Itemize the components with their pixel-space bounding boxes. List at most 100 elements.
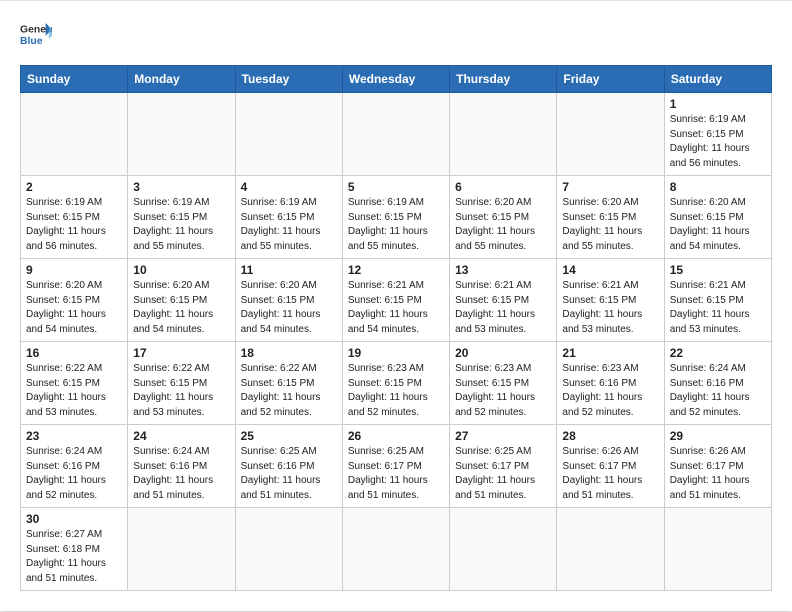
day-number: 27 [455, 429, 551, 443]
weekday-header-monday: Monday [128, 66, 235, 93]
day-number: 4 [241, 180, 337, 194]
day-info: Sunrise: 6:21 AM Sunset: 6:15 PM Dayligh… [455, 279, 551, 337]
day-info: Sunrise: 6:19 AM Sunset: 6:15 PM Dayligh… [241, 196, 337, 254]
day-number: 18 [241, 346, 337, 360]
day-number: 28 [562, 429, 658, 443]
calendar-cell: 26Sunrise: 6:25 AM Sunset: 6:17 PM Dayli… [342, 425, 449, 508]
weekday-header-tuesday: Tuesday [235, 66, 342, 93]
calendar-cell [450, 93, 557, 176]
day-info: Sunrise: 6:19 AM Sunset: 6:15 PM Dayligh… [26, 196, 122, 254]
day-info: Sunrise: 6:23 AM Sunset: 6:15 PM Dayligh… [455, 362, 551, 420]
day-info: Sunrise: 6:24 AM Sunset: 6:16 PM Dayligh… [26, 445, 122, 503]
day-info: Sunrise: 6:21 AM Sunset: 6:15 PM Dayligh… [348, 279, 444, 337]
day-info: Sunrise: 6:26 AM Sunset: 6:17 PM Dayligh… [670, 445, 766, 503]
day-number: 2 [26, 180, 122, 194]
day-number: 15 [670, 263, 766, 277]
day-number: 24 [133, 429, 229, 443]
day-number: 23 [26, 429, 122, 443]
calendar-cell: 22Sunrise: 6:24 AM Sunset: 6:16 PM Dayli… [664, 342, 771, 425]
calendar-cell [557, 508, 664, 591]
calendar-row-0: 1Sunrise: 6:19 AM Sunset: 6:15 PM Daylig… [21, 93, 772, 176]
calendar-cell: 7 Sunrise: 6:20 AM Sunset: 6:15 PM Daylig… [557, 176, 664, 259]
calendar-table: SundayMondayTuesdayWednesdayThursdayFrid… [20, 65, 772, 591]
weekday-header-saturday: Saturday [664, 66, 771, 93]
day-info: Sunrise: 6:24 AM Sunset: 6:16 PM Dayligh… [133, 445, 229, 503]
calendar-cell: 1Sunrise: 6:19 AM Sunset: 6:15 PM Daylig… [664, 93, 771, 176]
calendar-cell: 30 Sunrise: 6:27 AM Sunset: 6:18 PM Dayli… [21, 508, 128, 591]
day-number: 13 [455, 263, 551, 277]
calendar-row-2: 9 Sunrise: 6:20 AM Sunset: 6:15 PM Daylig… [21, 259, 772, 342]
calendar-cell: 10 Sunrise: 6:20 AM Sunset: 6:15 PM Dayli… [128, 259, 235, 342]
calendar-cell [664, 508, 771, 591]
day-number: 20 [455, 346, 551, 360]
calendar-cell: 9 Sunrise: 6:20 AM Sunset: 6:15 PM Daylig… [21, 259, 128, 342]
day-number: 12 [348, 263, 444, 277]
calendar-cell: 23 Sunrise: 6:24 AM Sunset: 6:16 PM Dayli… [21, 425, 128, 508]
weekday-header-wednesday: Wednesday [342, 66, 449, 93]
calendar-cell [342, 508, 449, 591]
svg-text:Blue: Blue [20, 36, 43, 47]
logo-icon: General Blue [20, 21, 52, 49]
day-number: 29 [670, 429, 766, 443]
day-info: Sunrise: 6:20 AM Sunset: 6:15 PM Dayligh… [670, 196, 766, 254]
weekday-header-friday: Friday [557, 66, 664, 93]
day-info: Sunrise: 6:27 AM Sunset: 6:18 PM Dayligh… [26, 528, 122, 586]
calendar-cell [342, 93, 449, 176]
day-info: Sunrise: 6:19 AM Sunset: 6:15 PM Dayligh… [348, 196, 444, 254]
calendar-cell: 21 Sunrise: 6:23 AM Sunset: 6:16 PM Dayli… [557, 342, 664, 425]
calendar-cell [235, 508, 342, 591]
calendar-row-3: 16 Sunrise: 6:22 AM Sunset: 6:15 PM Dayli… [21, 342, 772, 425]
calendar-cell: 6 Sunrise: 6:20 AM Sunset: 6:15 PM Daylig… [450, 176, 557, 259]
day-number: 26 [348, 429, 444, 443]
calendar-cell [450, 508, 557, 591]
day-info: Sunrise: 6:22 AM Sunset: 6:15 PM Dayligh… [241, 362, 337, 420]
day-number: 3 [133, 180, 229, 194]
day-info: Sunrise: 6:20 AM Sunset: 6:15 PM Dayligh… [562, 196, 658, 254]
day-number: 11 [241, 263, 337, 277]
calendar-cell: 16Sunrise: 6:22 AM Sunset: 6:15 PM Dayli… [21, 342, 128, 425]
day-number: 21 [562, 346, 658, 360]
calendar-cell: 18 Sunrise: 6:22 AM Sunset: 6:15 PM Dayli… [235, 342, 342, 425]
day-number: 19 [348, 346, 444, 360]
day-info: Sunrise: 6:20 AM Sunset: 6:15 PM Dayligh… [455, 196, 551, 254]
calendar-header: General Blue [20, 21, 772, 49]
logo: General Blue [20, 21, 52, 49]
day-number: 30 [26, 512, 122, 526]
calendar-cell: 19 Sunrise: 6:23 AM Sunset: 6:15 PM Dayli… [342, 342, 449, 425]
calendar-cell: 13 Sunrise: 6:21 AM Sunset: 6:15 PM Dayli… [450, 259, 557, 342]
day-info: Sunrise: 6:25 AM Sunset: 6:16 PM Dayligh… [241, 445, 337, 503]
day-number: 8 [670, 180, 766, 194]
calendar-cell: 24 Sunrise: 6:24 AM Sunset: 6:16 PM Dayli… [128, 425, 235, 508]
weekday-header-thursday: Thursday [450, 66, 557, 93]
day-number: 16 [26, 346, 122, 360]
calendar-cell: 20 Sunrise: 6:23 AM Sunset: 6:15 PM Dayli… [450, 342, 557, 425]
day-number: 10 [133, 263, 229, 277]
day-info: Sunrise: 6:19 AM Sunset: 6:15 PM Dayligh… [133, 196, 229, 254]
weekday-header-row: SundayMondayTuesdayWednesdayThursdayFrid… [21, 66, 772, 93]
calendar-cell: 29 Sunrise: 6:26 AM Sunset: 6:17 PM Dayli… [664, 425, 771, 508]
calendar-cell: 3 Sunrise: 6:19 AM Sunset: 6:15 PM Daylig… [128, 176, 235, 259]
calendar-row-1: 2 Sunrise: 6:19 AM Sunset: 6:15 PM Daylig… [21, 176, 772, 259]
day-number: 1 [670, 97, 766, 111]
day-info: Sunrise: 6:26 AM Sunset: 6:17 PM Dayligh… [562, 445, 658, 503]
calendar-cell: 8 Sunrise: 6:20 AM Sunset: 6:15 PM Daylig… [664, 176, 771, 259]
day-number: 7 [562, 180, 658, 194]
day-info: Sunrise: 6:23 AM Sunset: 6:16 PM Dayligh… [562, 362, 658, 420]
day-info: Sunrise: 6:22 AM Sunset: 6:15 PM Dayligh… [133, 362, 229, 420]
day-info: Sunrise: 6:20 AM Sunset: 6:15 PM Dayligh… [133, 279, 229, 337]
day-number: 6 [455, 180, 551, 194]
calendar-cell: 17Sunrise: 6:22 AM Sunset: 6:15 PM Dayli… [128, 342, 235, 425]
day-info: Sunrise: 6:20 AM Sunset: 6:15 PM Dayligh… [26, 279, 122, 337]
day-number: 14 [562, 263, 658, 277]
calendar-cell: 15Sunrise: 6:21 AM Sunset: 6:15 PM Dayli… [664, 259, 771, 342]
calendar-container: General Blue SundayMondayTuesdayWednesda… [0, 1, 792, 611]
day-info: Sunrise: 6:23 AM Sunset: 6:15 PM Dayligh… [348, 362, 444, 420]
day-number: 9 [26, 263, 122, 277]
calendar-cell [128, 508, 235, 591]
day-number: 5 [348, 180, 444, 194]
calendar-cell: 2 Sunrise: 6:19 AM Sunset: 6:15 PM Daylig… [21, 176, 128, 259]
calendar-cell: 14Sunrise: 6:21 AM Sunset: 6:15 PM Dayli… [557, 259, 664, 342]
day-info: Sunrise: 6:20 AM Sunset: 6:15 PM Dayligh… [241, 279, 337, 337]
calendar-cell: 25Sunrise: 6:25 AM Sunset: 6:16 PM Dayli… [235, 425, 342, 508]
calendar-row-4: 23 Sunrise: 6:24 AM Sunset: 6:16 PM Dayli… [21, 425, 772, 508]
